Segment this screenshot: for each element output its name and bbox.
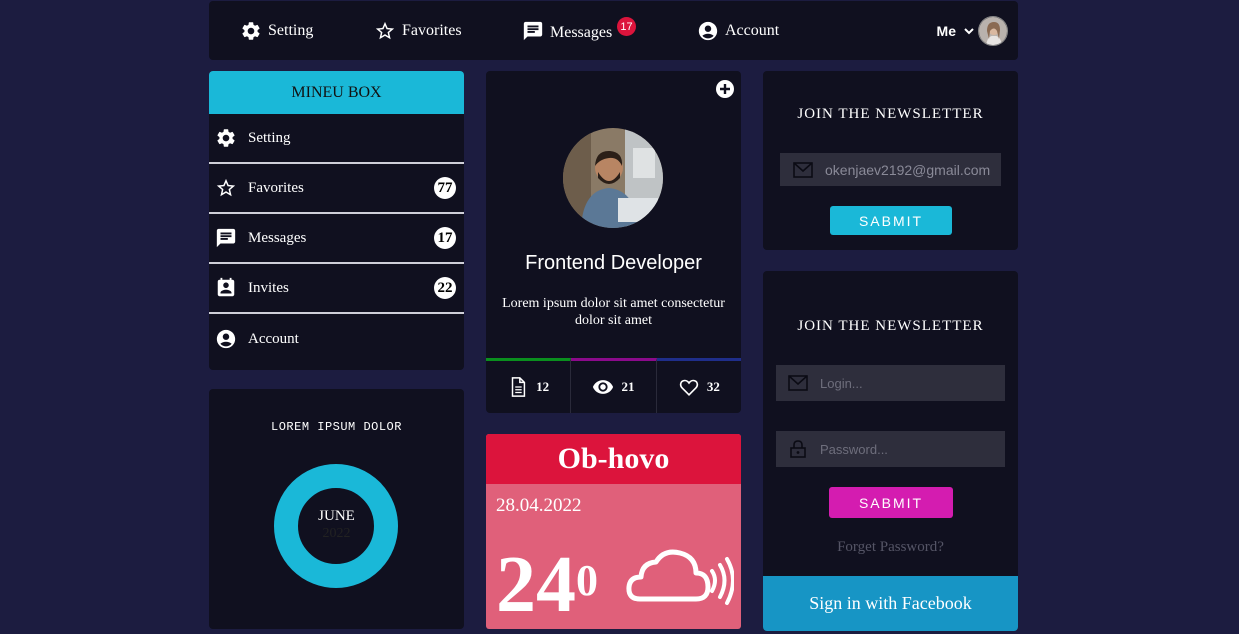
- gear-icon: [240, 20, 268, 42]
- nav-favorites[interactable]: Favorites: [374, 1, 462, 60]
- password-placeholder: Password...: [820, 441, 888, 457]
- login-placeholder: Login...: [820, 375, 863, 391]
- menu-item-messages[interactable]: Messages 17: [209, 214, 464, 264]
- stat-value: 21: [621, 379, 635, 394]
- gear-icon: [215, 127, 248, 149]
- count-badge: 17: [434, 227, 456, 249]
- contact-card-icon: [215, 277, 248, 299]
- newsletter-card: JOIN THE NEWSLETTER okenjaev2192@gmail.c…: [763, 71, 1018, 250]
- top-navbar: Setting Favorites Messages 17 Account Me: [209, 1, 1018, 60]
- stat-views[interactable]: 21: [571, 358, 657, 413]
- login-card: JOIN THE NEWSLETTER Login... Password...…: [763, 271, 1018, 631]
- degree-mark: 0: [576, 556, 598, 605]
- profile-stats: 12 21 32: [486, 358, 741, 413]
- chevron-down-icon: [964, 27, 974, 35]
- menu-item-setting[interactable]: Setting: [209, 114, 464, 164]
- forgot-password-link[interactable]: Forget Password?: [763, 539, 1018, 556]
- messages-count-badge: 17: [617, 17, 636, 36]
- lock-icon: [788, 440, 820, 458]
- stat-documents[interactable]: 12: [486, 358, 572, 413]
- nav-favorites-label: Favorites: [402, 21, 462, 39]
- stat-value: 12: [536, 379, 550, 394]
- donut-month: JUNE: [318, 508, 355, 524]
- menu-item-label: Invites: [248, 279, 289, 296]
- user-avatar[interactable]: [978, 15, 1008, 46]
- weather-date: 28.04.2022: [496, 495, 582, 516]
- donut-year: 2022: [322, 526, 351, 541]
- email-value: okenjaev2192@gmail.com: [825, 161, 991, 178]
- menu-item-account[interactable]: Account: [209, 314, 464, 364]
- cloud-wind-icon: [626, 547, 734, 607]
- account-icon: [215, 328, 248, 350]
- user-menu-label: Me: [936, 22, 956, 39]
- user-menu[interactable]: Me: [937, 1, 1008, 60]
- envelope-icon: [788, 374, 820, 392]
- submit-button[interactable]: SABMIT: [830, 206, 952, 235]
- submit-button[interactable]: SABMIT: [829, 487, 953, 518]
- facebook-signin-button[interactable]: Sign in with Facebook: [763, 576, 1018, 631]
- message-icon: [522, 20, 550, 42]
- menu-item-label: Messages: [248, 229, 307, 246]
- account-icon: [697, 20, 725, 42]
- login-field[interactable]: Login...: [776, 365, 1005, 401]
- password-field[interactable]: Password...: [776, 431, 1005, 467]
- menu-item-label: Account: [248, 330, 299, 347]
- count-badge: 77: [434, 177, 456, 199]
- heart-icon: [678, 376, 707, 398]
- weather-title: Ob-hovo: [486, 434, 741, 484]
- eye-icon: [592, 376, 621, 398]
- nav-account[interactable]: Account: [697, 1, 779, 60]
- star-icon: [215, 177, 248, 199]
- profile-description: Lorem ipsum dolor sit amet consectetur d…: [502, 296, 725, 328]
- profile-title: Frontend Developer: [525, 252, 702, 274]
- calendar-donut-card: LOREM IPSUM DOLOR JUNE 2022: [209, 389, 464, 629]
- newsletter-title: JOIN THE NEWSLETTER: [797, 106, 984, 122]
- menu-item-invites[interactable]: Invites 22: [209, 264, 464, 314]
- menu-box: MINEU BOX Setting Favorites 77 Messages …: [209, 71, 464, 370]
- nav-account-label: Account: [725, 21, 780, 39]
- menu-item-favorites[interactable]: Favorites 77: [209, 164, 464, 214]
- message-icon: [215, 227, 248, 249]
- donut-card-title: LOREM IPSUM DOLOR: [271, 420, 402, 434]
- menu-box-title: MINEU BOX: [209, 71, 464, 114]
- newsletter-title: JOIN THE NEWSLETTER: [797, 318, 984, 334]
- stat-value: 32: [706, 379, 720, 394]
- count-badge: 22: [434, 277, 456, 299]
- stat-likes[interactable]: 32: [656, 358, 741, 413]
- weather-temperature: 240: [496, 545, 598, 625]
- document-icon: [507, 376, 536, 398]
- menu-item-label: Favorites: [248, 179, 304, 196]
- weather-card: Ob-hovo 28.04.2022 240: [486, 434, 741, 629]
- envelope-icon: [793, 161, 825, 178]
- menu-item-label: Setting: [248, 129, 291, 146]
- email-field[interactable]: okenjaev2192@gmail.com: [780, 153, 1001, 186]
- nav-messages-label: Messages: [550, 23, 613, 41]
- star-icon: [374, 20, 402, 42]
- nav-setting[interactable]: Setting: [240, 1, 313, 60]
- nav-messages[interactable]: Messages: [522, 1, 612, 60]
- profile-card: Frontend Developer Lorem ipsum dolor sit…: [486, 71, 741, 413]
- add-icon[interactable]: [715, 79, 735, 99]
- nav-setting-label: Setting: [268, 21, 314, 39]
- temperature-value: 24: [496, 541, 576, 629]
- profile-avatar: [563, 128, 663, 228]
